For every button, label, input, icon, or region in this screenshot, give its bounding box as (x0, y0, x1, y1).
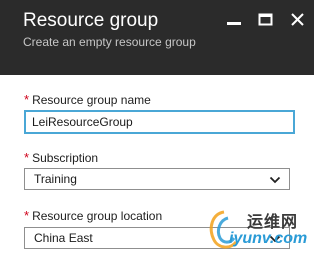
required-marker: * (24, 92, 30, 107)
resource-group-blade: Resource group Create an empty resource … (0, 0, 314, 258)
location-selected-value: China East (34, 231, 93, 245)
site-watermark: 运维网 iyunv.com (204, 206, 312, 256)
page-subtitle: Create an empty resource group (23, 35, 196, 49)
subscription-label: * Subscription (24, 150, 98, 166)
close-button[interactable] (289, 11, 307, 29)
maximize-icon (258, 13, 273, 26)
required-marker: * (24, 150, 30, 165)
close-icon (291, 13, 304, 26)
subscription-selected-value: Training (34, 172, 77, 186)
blade-header: Resource group Create an empty resource … (0, 0, 314, 75)
watermark-text-cn: 运维网 (247, 214, 299, 231)
page-title: Resource group (23, 10, 159, 31)
required-marker: * (24, 208, 30, 223)
watermark-text-en: iyunv.com (229, 230, 308, 247)
subscription-dropdown[interactable]: Training (24, 168, 290, 190)
location-label: * Resource group location (24, 208, 162, 224)
chevron-down-icon (269, 176, 281, 184)
maximize-button[interactable] (257, 11, 275, 29)
minimize-icon (227, 22, 241, 25)
resource-group-name-label-text: Resource group name (32, 93, 151, 107)
subscription-label-text: Subscription (32, 151, 99, 165)
minimize-button[interactable] (225, 11, 243, 29)
resource-group-name-label: * Resource group name (24, 92, 151, 108)
resource-group-name-input[interactable] (24, 110, 295, 134)
location-label-text: Resource group location (32, 209, 163, 223)
